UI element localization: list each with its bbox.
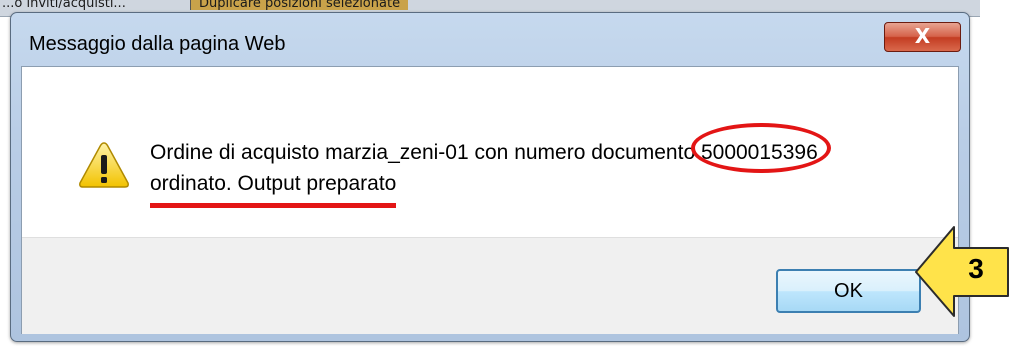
step-number: 3 (968, 253, 984, 284)
dialog-title: Messaggio dalla pagina Web (29, 33, 286, 55)
highlight-ellipse (690, 123, 831, 173)
close-icon: X (914, 24, 931, 48)
ok-button[interactable]: OK (776, 269, 921, 313)
close-button[interactable]: X (884, 22, 961, 52)
message-dialog: Messaggio dalla pagina Web X Ordine di a… (10, 12, 970, 342)
background-text: ...o inviti/acquisti... (2, 0, 126, 11)
dialog-message: Ordine di acquisto marzia_zeni-01 con nu… (150, 123, 930, 208)
document-number: 5000015396 (690, 123, 831, 173)
highlight-underline (150, 203, 397, 208)
dialog-content: Ordine di acquisto marzia_zeni-01 con nu… (21, 66, 959, 334)
background-toolbar-button: Duplicare posizioni selezionate (190, 0, 409, 11)
message-text: Ordine di acquisto marzia_zeni-01 con nu… (150, 141, 701, 164)
status-text: ordinato. Output preparato (150, 168, 397, 208)
warning-icon (79, 142, 129, 188)
